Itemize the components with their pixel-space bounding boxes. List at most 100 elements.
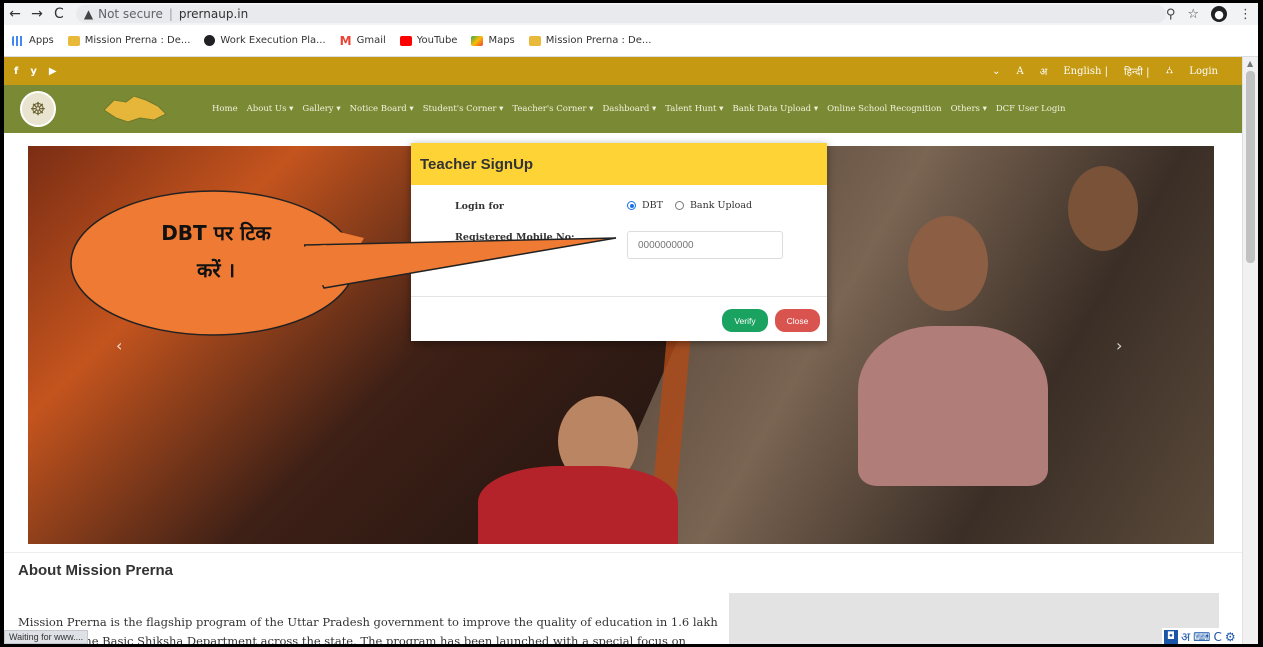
browser-status-bar: Waiting for www.... (4, 630, 89, 644)
font-size-en-button[interactable]: A (1016, 66, 1023, 77)
bookmark-mission-prerna[interactable]: Mission Prerna : De... (67, 35, 191, 46)
bookmark-label: Work Execution Pla... (220, 35, 326, 46)
main-menu: Home About Us ▾ Gallery ▾ Notice Board ▾… (212, 104, 1066, 114)
apps-grid-icon (12, 35, 24, 46)
bookmark-gmail[interactable]: M Gmail (340, 34, 386, 48)
globe-icon (204, 35, 216, 46)
browser-window: ← → C ▲ Not secure | prernaup.in ⚲ ☆ ● ⋮… (4, 3, 1258, 644)
font-size-hi-button[interactable]: अ (1040, 64, 1048, 78)
warning-icon: ▲ (83, 7, 94, 21)
bookmark-label: YouTube (416, 35, 458, 46)
mobile-input[interactable] (627, 231, 783, 259)
up-govt-emblem-icon[interactable]: ☸ (20, 91, 56, 127)
login-for-options: DBT Bank Upload (627, 200, 752, 211)
youtube-social-icon[interactable]: ▶ (49, 66, 57, 77)
scroll-up-icon[interactable]: ▲ (1247, 59, 1253, 68)
forward-icon[interactable]: → (26, 3, 48, 25)
youtube-icon (399, 35, 412, 46)
radio-dbt[interactable]: DBT (627, 200, 663, 211)
menu-students-corner[interactable]: Student's Corner ▾ (423, 104, 504, 114)
profile-icon[interactable]: ● (1211, 6, 1227, 22)
about-media-placeholder (729, 593, 1219, 644)
english-link[interactable]: English | (1063, 66, 1108, 77)
chevron-down-icon[interactable]: ⌄ (992, 66, 1000, 77)
security-label: Not secure (98, 7, 163, 21)
ime-c-button[interactable]: C (1214, 630, 1222, 644)
radio-bank-upload[interactable]: Bank Upload (674, 200, 752, 211)
menu-notice-board[interactable]: Notice Board ▾ (350, 104, 414, 114)
browser-toolbar: ← → C ▲ Not secure | prernaup.in ⚲ ☆ ● ⋮ (4, 3, 1258, 25)
sitemap-icon[interactable]: ⛼ (1165, 65, 1173, 78)
modal-footer: Verify Close (411, 297, 827, 341)
url-separator: | (168, 7, 173, 21)
gmail-icon: M (339, 33, 352, 48)
modal-title: Teacher SignUp (411, 143, 827, 185)
twitter-icon[interactable]: y (30, 66, 37, 77)
menu-dashboard[interactable]: Dashboard ▾ (602, 104, 656, 114)
bookmarks-bar: Apps Mission Prerna : De... Work Executi… (4, 25, 1258, 57)
back-icon[interactable]: ← (4, 3, 26, 25)
bookmark-label: Maps (488, 35, 515, 46)
verify-button[interactable]: Verify (722, 309, 768, 332)
up-map-logo-icon[interactable] (100, 91, 170, 127)
about-title: About Mission Prerna (18, 562, 174, 579)
bookmark-label: Mission Prerna : De... (545, 35, 652, 46)
star-icon[interactable]: ☆ (1187, 7, 1199, 22)
bookmark-mission-prerna-2[interactable]: Mission Prerna : De... (528, 35, 652, 46)
child-face (908, 216, 988, 311)
bookmark-work-execution[interactable]: Work Execution Pla... (204, 35, 326, 46)
facebook-icon[interactable]: f (14, 66, 18, 77)
settings-gear-icon[interactable]: ⚙ (1225, 630, 1236, 644)
site-top-strip: f y ▶ ⌄ A अ English | हिन्दी | ⛼ Login (4, 57, 1242, 85)
bookmark-youtube[interactable]: YouTube (399, 35, 458, 46)
ime-logo-icon[interactable]: ◘ (1164, 629, 1178, 644)
mission-prerna-icon (67, 35, 80, 46)
bookmark-label: Gmail (356, 35, 386, 46)
zoom-icon[interactable]: ⚲ (1166, 7, 1176, 22)
callout-text: DBT पर टिक करें । (68, 215, 364, 289)
url-text: prernaup.in (178, 7, 249, 21)
callout-line-1: DBT पर टिक (161, 221, 271, 245)
callout-line-2: करें । (196, 258, 236, 282)
mobile-label: Registered Mobile No: (455, 232, 575, 243)
child-shirt (478, 466, 678, 544)
keyboard-icon[interactable]: ⌨ (1193, 630, 1210, 644)
ime-hindi-button[interactable]: अ (1181, 628, 1190, 644)
radio-bank-upload-indicator[interactable] (674, 201, 684, 210)
menu-about-us[interactable]: About Us ▾ (247, 104, 294, 114)
bookmark-apps[interactable]: Apps (12, 35, 54, 46)
child-face (1068, 166, 1138, 251)
menu-talent-hunt[interactable]: Talent Hunt ▾ (665, 104, 723, 114)
menu-others[interactable]: Others ▾ (951, 104, 987, 114)
bookmark-maps[interactable]: Maps (471, 35, 515, 46)
close-button[interactable]: Close (775, 309, 820, 332)
mission-prerna-icon (528, 35, 541, 46)
carousel-prev-icon[interactable]: ‹ (116, 336, 122, 355)
scroll-thumb[interactable] (1246, 71, 1255, 263)
radio-dbt-indicator[interactable] (627, 201, 636, 210)
menu-dots-icon[interactable]: ⋮ (1239, 7, 1252, 22)
menu-bank-data-upload[interactable]: Bank Data Upload ▾ (732, 104, 818, 114)
hindi-link[interactable]: हिन्दी | (1124, 64, 1149, 78)
reload-icon[interactable]: C (48, 3, 70, 25)
bookmark-label: Apps (29, 35, 54, 46)
menu-dcf-user-login[interactable]: DCF User Login (996, 104, 1066, 114)
about-text: Mission Prerna is the flagship program o… (18, 615, 718, 644)
carousel-next-icon[interactable]: › (1116, 336, 1122, 355)
menu-home[interactable]: Home (212, 104, 238, 114)
section-divider (4, 552, 1242, 553)
menu-online-school-recognition[interactable]: Online School Recognition (827, 104, 941, 114)
site-navbar: ☸ Home About Us ▾ Gallery ▾ Notice Board… (4, 85, 1242, 133)
menu-teachers-corner[interactable]: Teacher's Corner ▾ (512, 104, 593, 114)
address-bar[interactable]: ▲ Not secure | prernaup.in (75, 5, 1166, 23)
page-scrollbar[interactable]: ▲ (1242, 57, 1258, 644)
modal-body: Login for DBT Bank Upload Registered Mob… (411, 185, 827, 297)
maps-icon (471, 35, 484, 46)
login-link[interactable]: Login (1189, 66, 1218, 77)
login-for-label: Login for (455, 201, 504, 212)
radio-dbt-label: DBT (642, 200, 663, 211)
ime-toolbar: ◘ अ ⌨ C ⚙ (1162, 628, 1238, 644)
bookmark-label: Mission Prerna : De... (84, 35, 191, 46)
child-shirt (858, 326, 1048, 486)
menu-gallery[interactable]: Gallery ▾ (302, 104, 340, 114)
